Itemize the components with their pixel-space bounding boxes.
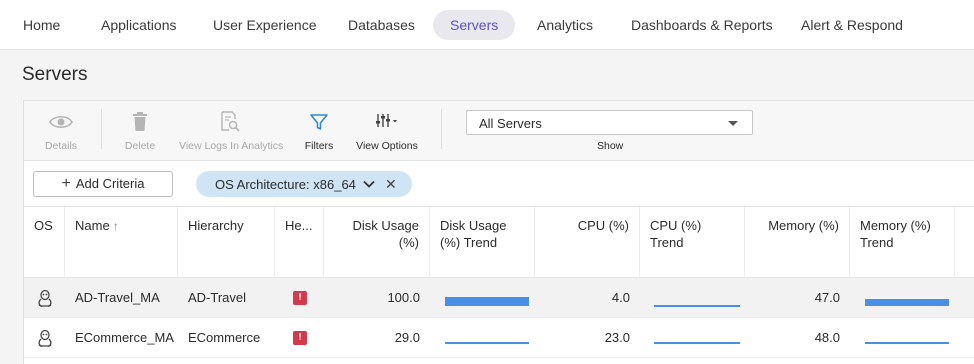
delete-label: Delete <box>124 140 156 152</box>
delete-button[interactable]: Delete <box>122 111 158 152</box>
row-memory: 48.0 <box>814 330 840 345</box>
filters-label: Filters <box>304 140 334 152</box>
nav-applications[interactable]: Applications <box>101 10 177 40</box>
column-memory-trend[interactable]: Memory (%) Trend <box>850 207 955 278</box>
trash-icon <box>133 112 147 131</box>
table-row[interactable]: ECommerce_MA ECommerce ! 29.0 23.0 48.0 <box>24 318 974 358</box>
server-view-select[interactable]: All Servers <box>466 110 753 135</box>
nav-user-experience[interactable]: User Experience <box>213 10 317 40</box>
servers-panel: Details Delete View Logs In Analytics Fi… <box>23 100 974 364</box>
nav-home[interactable]: Home <box>23 10 60 40</box>
health-critical-icon: ! <box>293 291 307 305</box>
table-header: OS Name ↑ Hierarchy He... Disk Usage (%) … <box>24 206 974 278</box>
chevron-down-icon[interactable] <box>362 177 376 191</box>
row-cpu: 23.0 <box>604 330 630 345</box>
memory-trend-line <box>865 342 949 344</box>
sliders-icon <box>376 114 397 127</box>
health-critical-icon: ! <box>293 331 307 345</box>
column-os[interactable]: OS <box>24 207 65 278</box>
details-label: Details <box>44 140 78 152</box>
details-button[interactable]: Details <box>42 111 80 152</box>
view-logs-label: View Logs In Analytics <box>179 140 284 152</box>
table-row[interactable]: AD-Travel_MA AD-Travel ! 100.0 4.0 47.0 <box>24 278 974 318</box>
column-name[interactable]: Name ↑ <box>65 207 178 278</box>
filter-icon <box>310 114 328 130</box>
top-navigation: Home Applications User Experience Databa… <box>0 0 974 50</box>
eye-icon <box>49 115 73 129</box>
cpu-trend-line <box>654 342 740 344</box>
row-disk-usage: 29.0 <box>394 330 420 345</box>
row-name: ECommerce_MA <box>75 330 174 345</box>
column-name-label: Name <box>75 218 110 233</box>
disk-usage-trend-line <box>445 342 529 344</box>
nav-alert-respond[interactable]: Alert & Respond <box>801 10 903 40</box>
column-disk-usage-trend[interactable]: Disk Usage (%) Trend <box>430 207 535 278</box>
row-memory: 47.0 <box>814 290 840 305</box>
filters-button[interactable]: Filters <box>303 111 335 152</box>
column-memory[interactable]: Memory (%) <box>745 207 850 278</box>
column-health[interactable]: He... <box>275 207 324 278</box>
log-search-icon <box>221 111 240 132</box>
chevron-down-icon <box>728 121 738 126</box>
column-hierarchy[interactable]: Hierarchy <box>178 207 275 278</box>
nav-databases[interactable]: Databases <box>348 10 415 40</box>
page-title: Servers <box>22 64 88 85</box>
view-options-label: View Options <box>356 140 418 152</box>
close-icon[interactable]: ✕ <box>385 175 397 193</box>
column-cpu-trend[interactable]: CPU (%) Trend <box>640 207 745 278</box>
show-label: Show <box>597 140 624 152</box>
plus-icon: + <box>61 175 71 192</box>
sort-ascending-icon: ↑ <box>112 219 119 233</box>
nav-dashboards-reports[interactable]: Dashboards & Reports <box>631 10 773 40</box>
column-disk-usage[interactable]: Disk Usage (%) <box>324 207 430 278</box>
toolbar-divider <box>441 109 442 149</box>
disk-usage-trend-bar <box>445 297 529 306</box>
linux-icon <box>38 329 52 347</box>
view-logs-button[interactable]: View Logs In Analytics <box>179 111 284 152</box>
column-cpu[interactable]: CPU (%) <box>535 207 640 278</box>
nav-servers[interactable]: Servers <box>433 10 516 40</box>
view-options-button[interactable]: View Options <box>355 111 419 152</box>
row-hierarchy: ECommerce <box>188 330 261 345</box>
row-name: AD-Travel_MA <box>75 290 160 305</box>
toolbar: Details Delete View Logs In Analytics Fi… <box>24 101 974 161</box>
filter-chip[interactable]: OS Architecture: x86_64 ✕ <box>196 171 412 197</box>
linux-icon <box>38 289 52 307</box>
memory-trend-bar <box>865 299 949 306</box>
nav-analytics[interactable]: Analytics <box>537 10 593 40</box>
toolbar-divider <box>101 109 102 149</box>
server-view-select-value: All Servers <box>479 116 542 131</box>
add-criteria-button[interactable]: + Add Criteria <box>33 171 173 197</box>
cpu-trend-line <box>654 305 740 307</box>
row-disk-usage: 100.0 <box>387 290 420 305</box>
row-cpu: 4.0 <box>611 290 630 305</box>
add-criteria-label: Add Criteria <box>75 176 145 191</box>
row-hierarchy: AD-Travel <box>188 290 247 305</box>
filter-chip-label: OS Architecture: x86_64 <box>215 177 356 192</box>
